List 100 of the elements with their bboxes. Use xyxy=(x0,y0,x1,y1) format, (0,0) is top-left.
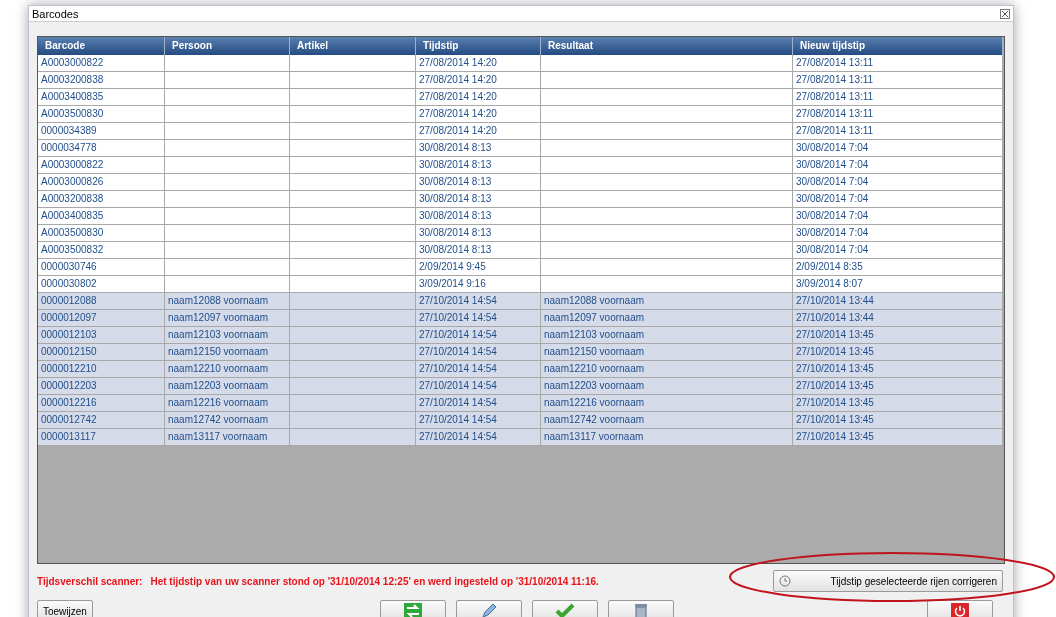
table-cell: naam12103 voornaam xyxy=(165,327,290,344)
table-cell: 27/10/2014 14:54 xyxy=(416,378,541,395)
table-cell: 27/10/2014 13:44 xyxy=(793,293,1003,310)
table-cell: 0000012203 xyxy=(38,378,165,395)
table-cell: 30/08/2014 7:04 xyxy=(793,208,1003,225)
toolbar-button[interactable] xyxy=(531,600,598,617)
table-cell: 2/09/2014 8:35 xyxy=(793,259,1003,276)
table-cell: A0003500830 xyxy=(38,106,165,123)
table-cell: 30/08/2014 8:13 xyxy=(416,157,541,174)
column-header[interactable]: Persoon xyxy=(165,37,290,55)
table-cell: 30/08/2014 7:04 xyxy=(793,225,1003,242)
table-cell: 27/10/2014 14:54 xyxy=(416,361,541,378)
table-cell: 27/10/2014 14:54 xyxy=(416,327,541,344)
table-cell: 27/08/2014 13:11 xyxy=(793,123,1003,140)
table-cell: A0003000826 xyxy=(38,174,165,191)
table-cell: naam12203 voornaam xyxy=(165,378,290,395)
table-cell: naam12742 voornaam xyxy=(165,412,290,429)
table-cell: 0000034389 xyxy=(38,123,165,140)
message-text: Het tijdstip van uw scanner stond op '31/10/2014 12:25' en werd ingesteld op '31/10/2014 11:16. xyxy=(150,575,599,587)
table-cell: naam12097 voornaam xyxy=(165,310,290,327)
table-cell: 27/08/2014 14:20 xyxy=(416,89,541,106)
table-cell: 30/08/2014 8:13 xyxy=(416,225,541,242)
table-cell: 30/08/2014 7:04 xyxy=(793,174,1003,191)
table-cell: naam12210 voornaam xyxy=(165,361,290,378)
power-button[interactable] xyxy=(926,600,993,617)
table-cell: naam12097 voornaam xyxy=(541,310,793,327)
table-cell: A0003500832 xyxy=(38,242,165,259)
column-header[interactable]: Artikel xyxy=(290,37,416,55)
table-cell: 27/10/2014 14:54 xyxy=(416,412,541,429)
table-cell: 0000012742 xyxy=(38,412,165,429)
table-cell: naam12103 voornaam xyxy=(541,327,793,344)
table-cell: A0003000822 xyxy=(38,157,165,174)
correct-time-button[interactable]: Tijdstip geselecteerde rijen corrigeren xyxy=(773,570,1003,592)
table-cell: naam12150 voornaam xyxy=(541,344,793,361)
table-cell: 27/10/2014 13:45 xyxy=(793,327,1003,344)
toolbar-button[interactable] xyxy=(379,600,446,617)
toolbar-button[interactable] xyxy=(455,600,522,617)
table-cell: 3/09/2014 8:07 xyxy=(793,276,1003,293)
table-cell: 0000034778 xyxy=(38,140,165,157)
table-cell: 0000012097 xyxy=(38,310,165,327)
table-cell: 27/10/2014 13:45 xyxy=(793,412,1003,429)
column-header[interactable]: Tijdstip xyxy=(416,37,541,55)
table-cell: 27/10/2014 14:54 xyxy=(416,429,541,446)
table-cell: 27/10/2014 13:45 xyxy=(793,378,1003,395)
table-cell: 27/08/2014 13:11 xyxy=(793,89,1003,106)
table-cell: 27/10/2014 14:54 xyxy=(416,293,541,310)
column-header[interactable]: Nieuw tijdstip xyxy=(793,37,1003,55)
power-icon xyxy=(950,603,969,617)
table-cell: A0003000822 xyxy=(38,55,165,72)
table-cell: 30/08/2014 8:13 xyxy=(416,242,541,259)
assign-button[interactable]: Toewijzen xyxy=(37,600,93,617)
table-cell: 0000030802 xyxy=(38,276,165,293)
table-cell: 27/10/2014 13:44 xyxy=(793,310,1003,327)
table-cell: 27/10/2014 14:54 xyxy=(416,395,541,412)
table-cell: naam12088 voornaam xyxy=(165,293,290,310)
table-cell: 27/08/2014 14:20 xyxy=(416,72,541,89)
pencil-icon xyxy=(479,603,498,617)
swap-arrows-icon xyxy=(403,603,422,617)
table-cell: 0000012216 xyxy=(38,395,165,412)
close-button[interactable] xyxy=(1000,8,1010,19)
table-cell: 0000012150 xyxy=(38,344,165,361)
table-cell: 27/08/2014 13:11 xyxy=(793,72,1003,89)
table-cell: 0000012103 xyxy=(38,327,165,344)
table-cell: 27/08/2014 14:20 xyxy=(416,123,541,140)
table-cell: naam13117 voornaam xyxy=(165,429,290,446)
table-cell: 30/08/2014 8:13 xyxy=(416,191,541,208)
table-cell: 2/09/2014 9:45 xyxy=(416,259,541,276)
table-cell: 30/08/2014 8:13 xyxy=(416,208,541,225)
table-cell: 0000030746 xyxy=(38,259,165,276)
table-cell: naam12742 voornaam xyxy=(541,412,793,429)
table-cell: 27/10/2014 13:45 xyxy=(793,429,1003,446)
table-cell: A0003400835 xyxy=(38,89,165,106)
column-header[interactable]: Barcode xyxy=(38,37,165,55)
table-cell: 27/08/2014 13:11 xyxy=(793,106,1003,123)
clock-icon xyxy=(779,575,791,587)
toolbar-button[interactable] xyxy=(607,600,674,617)
table-cell: 0000012210 xyxy=(38,361,165,378)
table-cell: 30/08/2014 7:04 xyxy=(793,242,1003,259)
table-cell: 30/08/2014 8:13 xyxy=(416,140,541,157)
table-cell: naam12203 voornaam xyxy=(541,378,793,395)
trash-icon xyxy=(632,603,649,617)
window-title: Barcodes xyxy=(32,7,79,20)
table-cell: A0003400835 xyxy=(38,208,165,225)
table-cell: 27/10/2014 14:54 xyxy=(416,344,541,361)
table-cell: naam12216 voornaam xyxy=(165,395,290,412)
table-cell: naam12150 voornaam xyxy=(165,344,290,361)
table-cell: 0000013117 xyxy=(38,429,165,446)
table-cell: 27/10/2014 13:45 xyxy=(793,344,1003,361)
table-cell: 0000012088 xyxy=(38,293,165,310)
table-cell: 27/10/2014 13:45 xyxy=(793,361,1003,378)
table-cell: 27/10/2014 13:45 xyxy=(793,395,1003,412)
table-cell: 3/09/2014 9:16 xyxy=(416,276,541,293)
table-cell: 27/10/2014 14:54 xyxy=(416,310,541,327)
table-cell: naam13117 voornaam xyxy=(541,429,793,446)
table-cell: 30/08/2014 8:13 xyxy=(416,174,541,191)
table-cell: naam12216 voornaam xyxy=(541,395,793,412)
table-cell: naam12088 voornaam xyxy=(541,293,793,310)
table-cell: 27/08/2014 14:20 xyxy=(416,55,541,72)
table-cell: 30/08/2014 7:04 xyxy=(793,157,1003,174)
column-header[interactable]: Resultaat xyxy=(541,37,793,55)
